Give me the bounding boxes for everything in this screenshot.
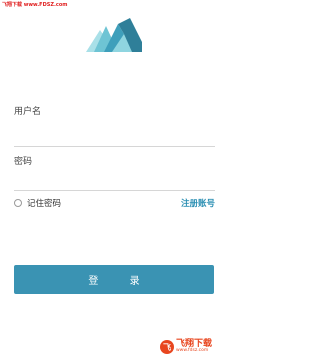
password-input[interactable]	[14, 171, 215, 189]
password-underline	[14, 190, 215, 191]
watermark-logo: 飞 飞翔下载 www.fdsz.com	[160, 338, 230, 356]
watermark-subtitle: www.fdsz.com	[176, 348, 209, 354]
password-label: 密码	[14, 157, 33, 167]
watermark-text: 飞翔下载 www.FDSZ.com	[2, 2, 68, 8]
radio-circle-icon[interactable]	[14, 199, 22, 207]
register-account-link[interactable]: 注册账号	[181, 197, 215, 209]
login-button[interactable]: 登 录	[14, 265, 214, 294]
username-label: 用户名	[14, 107, 42, 117]
remember-password-label: 记住密码	[27, 199, 62, 209]
username-input[interactable]	[14, 125, 215, 143]
username-underline	[14, 146, 215, 147]
watermark-badge-icon: 飞	[160, 340, 174, 354]
app-logo-icon	[86, 18, 142, 52]
remember-password-checkbox[interactable]: 记住密码	[14, 197, 61, 209]
